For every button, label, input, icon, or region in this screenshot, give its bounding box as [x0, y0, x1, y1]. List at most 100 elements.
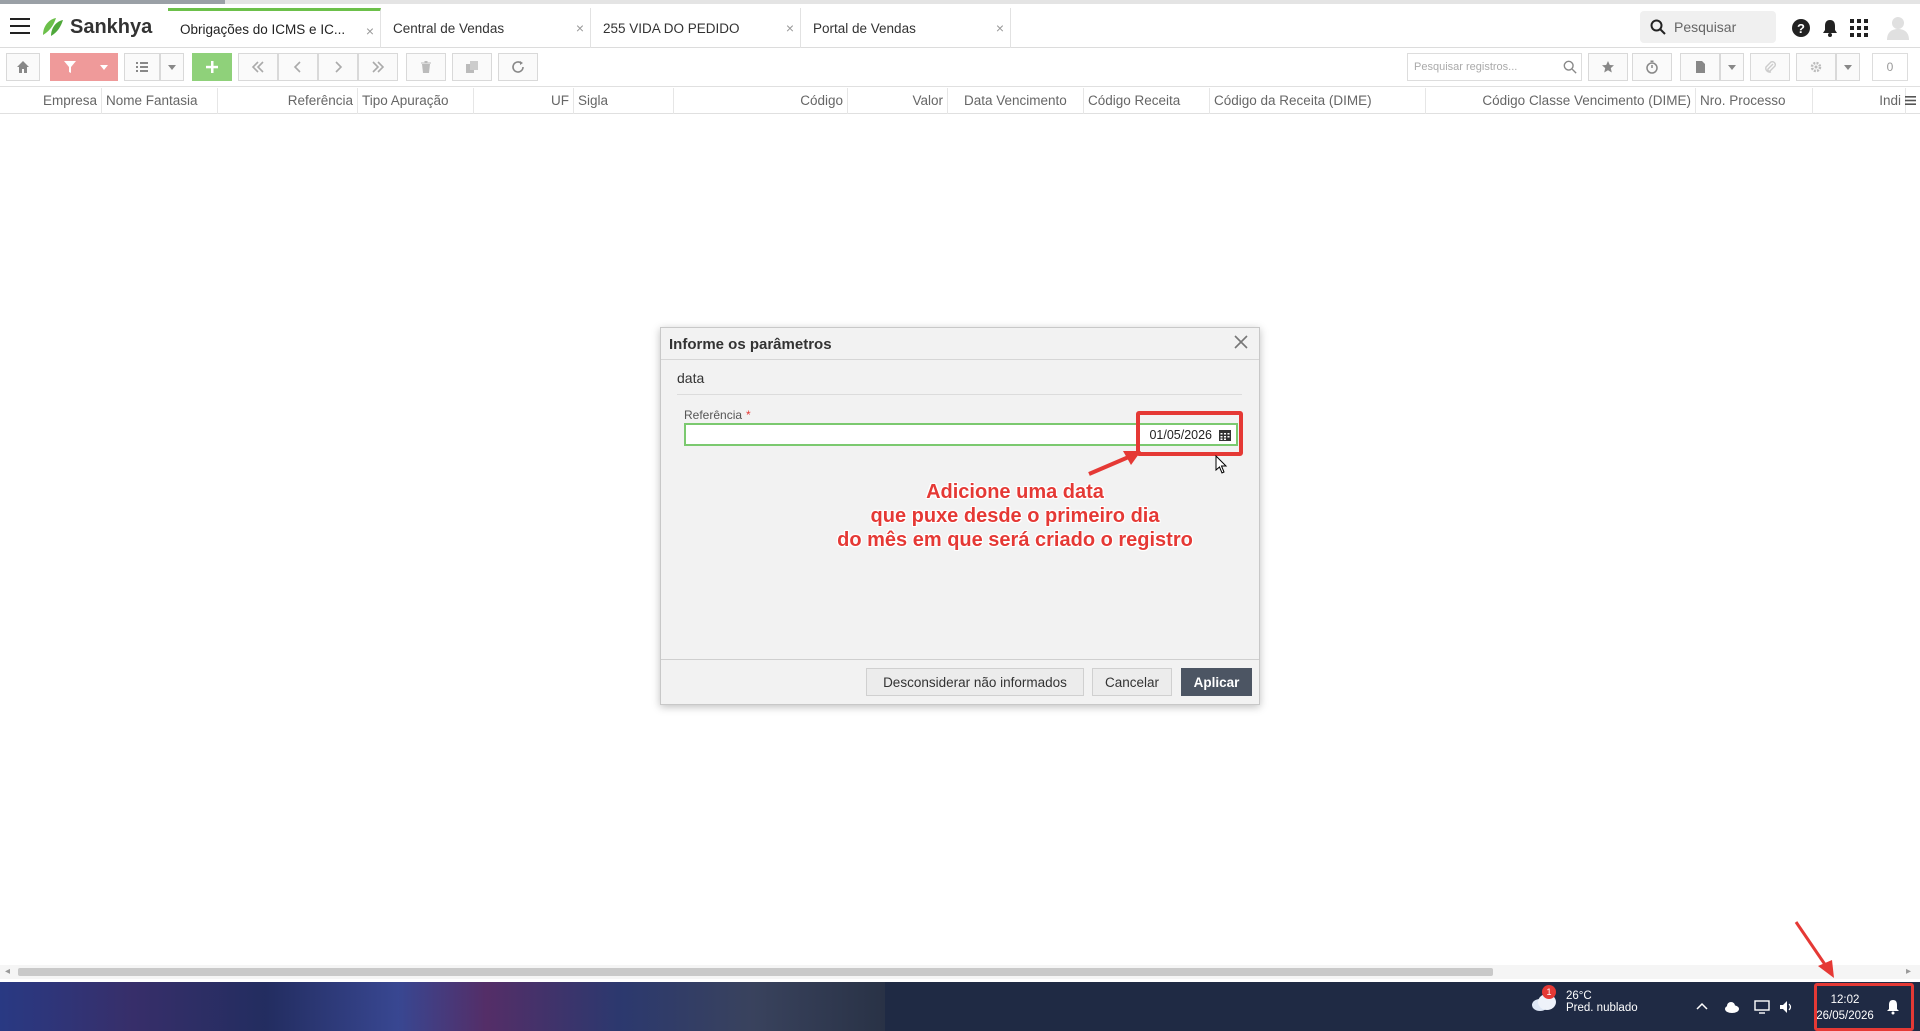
- close-icon[interactable]: ×: [576, 20, 584, 36]
- horizontal-scrollbar[interactable]: ◂ ▸: [0, 965, 1920, 979]
- next-record-button[interactable]: [318, 53, 358, 81]
- column-header[interactable]: UF: [474, 88, 574, 114]
- volume-icon[interactable]: [1778, 998, 1796, 1016]
- tab-portal-vendas[interactable]: Portal de Vendas ×: [801, 8, 1011, 48]
- filter-dropdown-button[interactable]: [90, 53, 118, 81]
- mouse-cursor-icon: [1215, 455, 1228, 474]
- home-button[interactable]: [6, 53, 40, 81]
- sankhya-logo[interactable]: Sankhya: [40, 14, 152, 40]
- home-icon: [17, 61, 29, 73]
- duplicate-button[interactable]: [452, 53, 492, 81]
- list-view-button[interactable]: [124, 53, 160, 81]
- tab-central-vendas[interactable]: Central de Vendas ×: [381, 8, 591, 48]
- column-header[interactable]: Valor: [848, 88, 948, 114]
- chevron-down-icon: [168, 65, 176, 70]
- first-record-button[interactable]: [238, 53, 278, 81]
- previous-record-button[interactable]: [278, 53, 318, 81]
- last-record-button[interactable]: [358, 53, 398, 81]
- annotation-line: Adicione uma data: [926, 481, 1104, 503]
- arrow-icon: [1794, 921, 1834, 978]
- arrow-icon: [1088, 451, 1141, 476]
- bell-icon[interactable]: [1820, 18, 1840, 38]
- apps-grid-icon[interactable]: [1849, 18, 1869, 38]
- windows-taskbar: 1 26°C Pred. nublado 12:02 26/05/2026: [0, 982, 1920, 1031]
- scroll-right-icon[interactable]: ▸: [1906, 966, 1911, 977]
- report-dropdown-button[interactable]: [1720, 53, 1744, 81]
- column-header[interactable]: Empresa: [0, 88, 102, 114]
- tab-label: Obrigações do ICMS e IC...: [180, 22, 346, 37]
- records-search-input[interactable]: Pesquisar registros...: [1407, 53, 1582, 81]
- tab-label: 255 VIDA DO PEDIDO: [603, 20, 740, 36]
- add-record-button[interactable]: [192, 53, 232, 81]
- scrollbar-thumb[interactable]: [18, 968, 1493, 976]
- attachment-button[interactable]: [1750, 53, 1790, 81]
- star-icon: [1602, 61, 1614, 73]
- search-icon[interactable]: [1563, 60, 1577, 74]
- chevron-left-icon: [293, 61, 301, 73]
- report-button[interactable]: [1680, 53, 1720, 81]
- weather-temp: 26°C: [1566, 990, 1592, 1002]
- filter-button[interactable]: [50, 53, 90, 81]
- field-label-text: Referência: [684, 408, 743, 422]
- column-header[interactable]: Código Classe Vencimento (DIME): [1426, 88, 1696, 114]
- highlight-date-box: [1136, 411, 1243, 456]
- dialog-footer-divider: [661, 659, 1259, 660]
- tab-label: Central de Vendas: [393, 20, 505, 36]
- brand-name: Sankhya: [70, 15, 153, 38]
- settings-button[interactable]: [1796, 53, 1836, 81]
- annotation-line: que puxe desde o primeiro dia: [870, 505, 1160, 527]
- column-header[interactable]: Data Vencimento: [960, 88, 1084, 114]
- search-icon: [1650, 19, 1666, 35]
- cancel-button[interactable]: Cancelar: [1092, 668, 1172, 696]
- column-header[interactable]: Nro. Processo: [1696, 88, 1813, 114]
- divider: [677, 394, 1242, 395]
- close-icon[interactable]: ×: [366, 23, 374, 39]
- trash-icon: [421, 61, 431, 73]
- settings-dropdown-button[interactable]: [1836, 53, 1860, 81]
- avatar[interactable]: [1885, 14, 1911, 40]
- column-header[interactable]: Nome Fantasia: [102, 88, 218, 114]
- tab-obrigacoes-icms[interactable]: Obrigações do ICMS e IC... ×: [168, 8, 381, 48]
- sankhya-leaf-icon: [43, 18, 63, 36]
- help-icon[interactable]: ?: [1791, 18, 1811, 38]
- view-dropdown-button[interactable]: [160, 53, 184, 81]
- record-count: 0: [1872, 53, 1908, 81]
- column-menu-icon[interactable]: [1904, 94, 1917, 107]
- onedrive-icon[interactable]: [1723, 998, 1741, 1016]
- column-header[interactable]: Código Receita: [1084, 88, 1210, 114]
- close-icon[interactable]: ×: [996, 20, 1004, 36]
- cloud-icon: 1: [1530, 985, 1558, 1013]
- apply-button[interactable]: Aplicar: [1181, 668, 1252, 696]
- timer-button[interactable]: [1632, 53, 1672, 81]
- records-search-placeholder: Pesquisar registros...: [1414, 61, 1518, 73]
- column-header[interactable]: Referência: [218, 88, 358, 114]
- ignore-unset-button[interactable]: Desconsiderar não informados: [866, 668, 1084, 696]
- column-header[interactable]: Indi: [1813, 88, 1906, 114]
- delete-button[interactable]: [406, 53, 446, 81]
- grid-toolbar: Pesquisar registros... 0: [0, 49, 1920, 87]
- refresh-button[interactable]: [498, 53, 538, 81]
- copy-icon: [466, 61, 478, 73]
- menu-icon[interactable]: [10, 18, 30, 34]
- chevron-right-icon: [335, 61, 343, 73]
- global-search[interactable]: Pesquisar: [1640, 11, 1776, 43]
- network-icon[interactable]: [1753, 998, 1771, 1016]
- favorite-button[interactable]: [1588, 53, 1628, 81]
- weather-widget[interactable]: 1 26°C Pred. nublado: [1530, 985, 1638, 1014]
- chevron-down-icon: [1728, 65, 1736, 70]
- column-header[interactable]: Tipo Apuração: [358, 88, 474, 114]
- chevron-down-icon: [1844, 65, 1852, 70]
- tab-vida-pedido[interactable]: 255 VIDA DO PEDIDO ×: [591, 8, 801, 48]
- column-header[interactable]: Código da Receita (DIME): [1210, 88, 1426, 114]
- annotation-line: do mês em que será criado o registro: [837, 529, 1193, 551]
- chevron-up-icon[interactable]: [1693, 998, 1711, 1016]
- close-icon[interactable]: [1233, 334, 1249, 350]
- column-header[interactable]: Código: [674, 88, 848, 114]
- section-title: data: [677, 370, 705, 386]
- svg-text:?: ?: [1797, 21, 1805, 36]
- close-icon[interactable]: ×: [786, 20, 794, 36]
- filter-icon: [64, 61, 76, 73]
- instruction-annotation: Adicione uma data que puxe desde o prime…: [790, 480, 1240, 552]
- scroll-left-icon[interactable]: ◂: [5, 966, 10, 977]
- column-header[interactable]: Sigla: [574, 88, 674, 114]
